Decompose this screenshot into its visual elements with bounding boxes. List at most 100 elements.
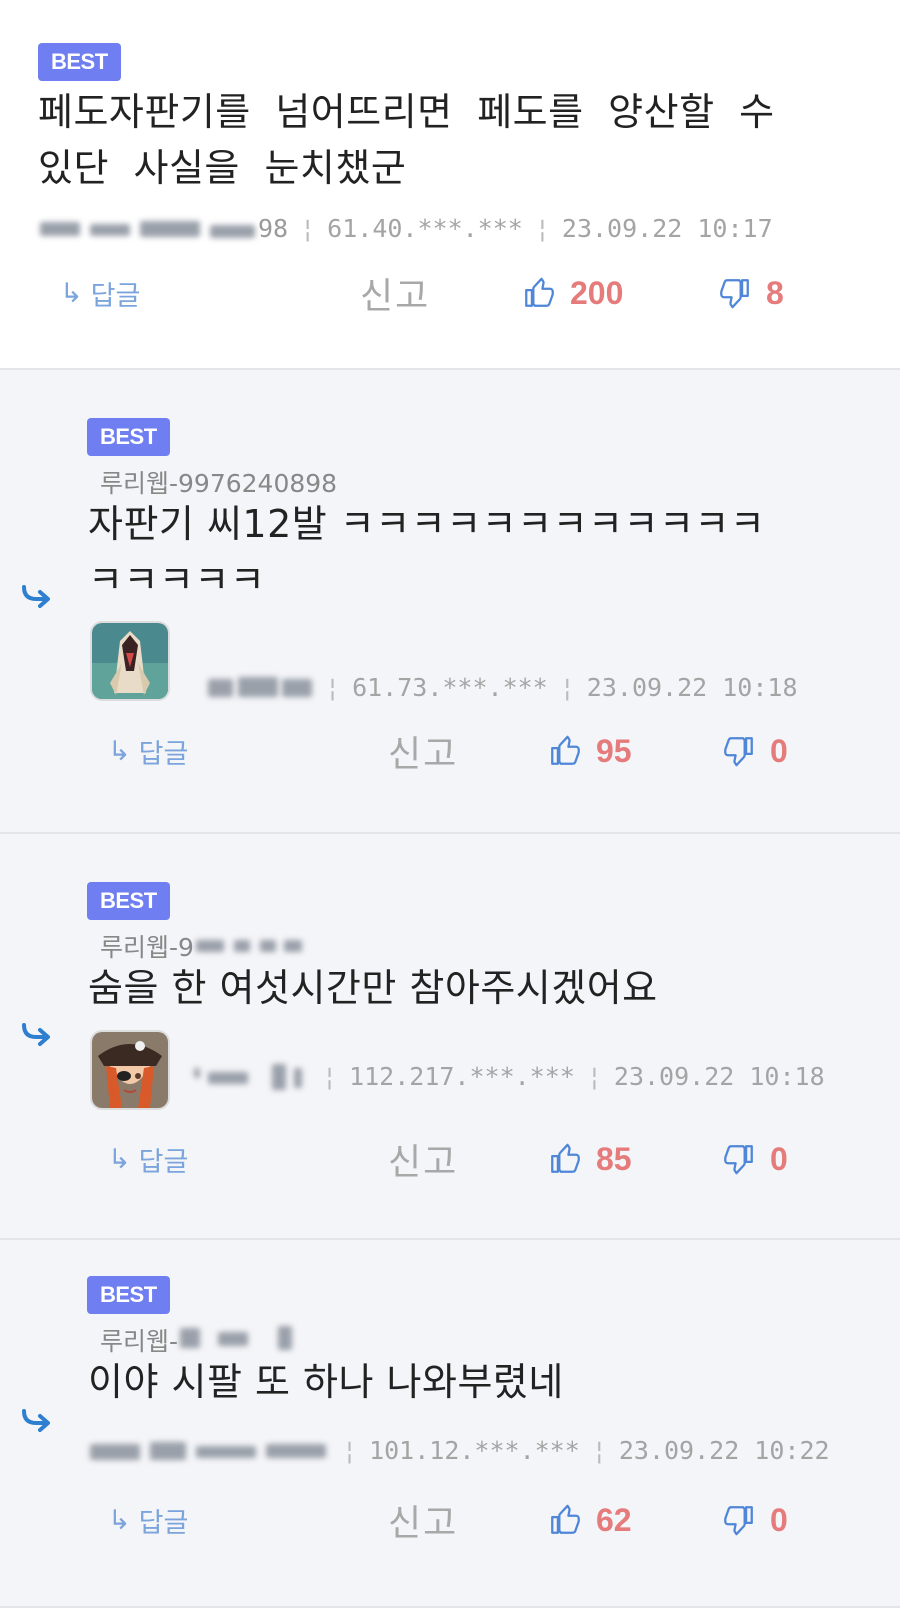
like-button[interactable]: 62: [548, 1495, 632, 1545]
divider: ¦: [591, 1436, 607, 1465]
comment-meta: ¦ 112.217.***.*** ¦ 23.09.22 10:18: [190, 1062, 825, 1091]
reply-arrow-icon: ↳: [60, 277, 83, 309]
comment-text: 페도자판기를 넘어뜨리면 페도를 양산할 수 있단 사실을 눈치챘군: [38, 84, 775, 196]
like-count: 95: [596, 732, 632, 769]
blurred-nickname: [40, 216, 258, 242]
thumbs-down-icon: [724, 1506, 753, 1536]
best-comment: BEST 페도자판기를 넘어뜨리면 페도를 양산할 수 있단 사실을 눈치챘군 …: [0, 0, 900, 370]
report-button[interactable]: 신고: [388, 726, 458, 776]
thumbs-up-icon: [525, 277, 554, 307]
timestamp: 23.09.22 10:18: [613, 1062, 825, 1091]
comment-meta: ¦ 101.12.***.*** ¦ 23.09.22 10:22: [90, 1436, 830, 1465]
comment-text-line: 페도자판기를 넘어뜨리면 페도를 양산할 수: [38, 90, 775, 134]
comment-text-line: 있단 사실을 눈치챘군: [38, 146, 407, 190]
thumbs-up-icon: [551, 1504, 580, 1534]
dislike-count: 8: [766, 274, 784, 311]
blurred-nickname: [208, 675, 313, 701]
avatar[interactable]: [90, 1030, 170, 1110]
ip-address: 61.40.***.***: [327, 214, 523, 243]
best-reply: BEST 루리웹-9976240898 자판기 씨12발 ㅋㅋㅋㅋㅋㅋㅋㅋㅋㅋㅋ…: [0, 370, 900, 834]
best-reply: BEST 루리웹- 이야 시팔 또 하나 나와부렸네 ¦ 101.12.***.…: [0, 1240, 900, 1608]
blurred-nickname: [90, 1438, 330, 1464]
report-button[interactable]: 신고: [360, 268, 430, 318]
nickname-prefix: 루리웹-: [100, 1327, 179, 1356]
divider: ¦: [586, 1062, 602, 1091]
avatar[interactable]: [90, 621, 170, 701]
like-count: 62: [596, 1501, 632, 1538]
reply-button[interactable]: ↳ 답글: [108, 726, 188, 776]
comment-actions: ↳ 답글 신고 62 0: [0, 1495, 900, 1545]
nickname[interactable]: 루리웹-9976240898: [100, 464, 337, 500]
comment-actions: ↳ 답글 신고 200 8: [0, 268, 900, 318]
comment-text-line: ㅋㅋㅋㅋㅋ: [88, 558, 266, 602]
dislike-button[interactable]: 0: [722, 1495, 788, 1545]
blurred-nickname: [194, 936, 304, 956]
dislike-count: 0: [770, 1140, 788, 1177]
dislike-button[interactable]: 8: [718, 268, 784, 318]
timestamp: 23.09.22 10:17: [561, 214, 773, 243]
divider: ¦: [322, 1062, 338, 1091]
like-button[interactable]: 200: [522, 268, 623, 318]
timestamp: 23.09.22 10:22: [618, 1436, 830, 1465]
nickname-suffix: 98: [258, 214, 289, 243]
ip-address: 101.12.***.***: [369, 1436, 580, 1465]
reply-arrow-icon: ↳: [108, 735, 131, 767]
avatar-image: [92, 1032, 168, 1108]
divider: ¦: [559, 673, 575, 702]
blurred-nickname: [190, 1063, 310, 1090]
report-button[interactable]: 신고: [388, 1495, 458, 1545]
best-badge: BEST: [87, 882, 170, 920]
best-badge: BEST: [87, 1276, 170, 1314]
like-button[interactable]: 95: [548, 726, 632, 776]
comment-text-line: 숨을 한 여섯시간만 참아주시겠어요: [88, 966, 658, 1010]
reply-indent-arrow-icon: [22, 585, 50, 608]
divider: ¦: [534, 214, 550, 243]
thumbs-down-icon: [724, 737, 753, 767]
nickname[interactable]: 루리웹-: [100, 1322, 298, 1358]
timestamp: 23.09.22 10:18: [586, 673, 798, 702]
divider: ¦: [325, 673, 341, 702]
reply-arrow-icon: ↳: [108, 1143, 131, 1175]
dislike-button[interactable]: 0: [722, 1134, 788, 1184]
reply-label: 답글: [138, 1507, 189, 1539]
thumbs-up-icon: [551, 1143, 580, 1173]
comment-actions: ↳ 답글 신고 95 0: [0, 726, 900, 776]
nickname[interactable]: 루리웹-9: [100, 928, 304, 964]
thumbs-up-icon: [551, 735, 580, 765]
best-reply: BEST 루리웹-9 숨을 한 여섯시간만 참아주시겠어요 ¦ 112.217.…: [0, 834, 900, 1240]
comment-text: 자판기 씨12발 ㅋㅋㅋㅋㅋㅋㅋㅋㅋㅋㅋㅋ ㅋㅋㅋㅋㅋ: [88, 496, 765, 608]
like-count: 85: [596, 1140, 632, 1177]
reply-label: 답글: [138, 1146, 189, 1178]
comment-meta: ¦ 61.73.***.*** ¦ 23.09.22 10:18: [208, 673, 798, 702]
comment-text: 숨을 한 여섯시간만 참아주시겠어요: [88, 960, 658, 1016]
reply-button[interactable]: ↳ 답글: [60, 268, 140, 318]
dislike-count: 0: [770, 1501, 788, 1538]
blurred-nickname: [178, 1326, 298, 1350]
nickname-prefix: 루리웹-9: [100, 933, 194, 962]
dislike-button[interactable]: 0: [722, 726, 788, 776]
reply-button[interactable]: ↳ 답글: [108, 1134, 188, 1184]
like-count: 200: [570, 274, 624, 311]
reply-indent-arrow-icon: [22, 1409, 50, 1432]
divider: ¦: [342, 1436, 358, 1465]
reply-label: 답글: [90, 280, 141, 312]
reply-button[interactable]: ↳ 답글: [108, 1495, 188, 1545]
comment-text-line: 이야 시팔 또 하나 나와부렸네: [88, 1360, 564, 1404]
comment-text-line: 자판기 씨12발 ㅋㅋㅋㅋㅋㅋㅋㅋㅋㅋㅋㅋ: [88, 502, 766, 546]
reply-arrow-icon: ↳: [108, 1504, 131, 1536]
ip-address: 112.217.***.***: [349, 1062, 575, 1091]
best-badge: BEST: [38, 43, 121, 81]
avatar-image: [92, 623, 168, 699]
thumbs-down-icon: [724, 1145, 753, 1175]
comment-text: 이야 시팔 또 하나 나와부렸네: [88, 1354, 564, 1410]
divider: ¦: [300, 214, 316, 243]
dislike-count: 0: [770, 732, 788, 769]
thumbs-down-icon: [720, 279, 749, 309]
report-button[interactable]: 신고: [388, 1134, 458, 1184]
reply-indent-arrow-icon: [22, 1023, 50, 1046]
like-button[interactable]: 85: [548, 1134, 632, 1184]
best-badge: BEST: [87, 418, 170, 456]
ip-address: 61.73.***.***: [352, 673, 548, 702]
reply-label: 답글: [138, 738, 189, 770]
comment-meta: 98 ¦ 61.40.***.*** ¦ 23.09.22 10:17: [40, 214, 773, 243]
